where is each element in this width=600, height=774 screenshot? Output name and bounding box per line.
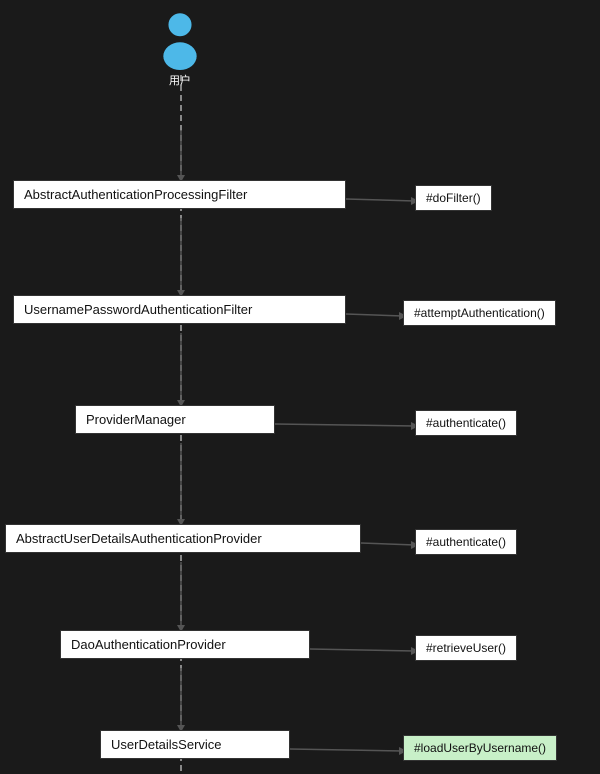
method-box-authenticate-1: #authenticate() <box>415 410 517 436</box>
diagram-container: 用户 AbstractAuthenticationProcessingFilte… <box>0 0 600 774</box>
user-label: 用户 <box>169 72 191 88</box>
class-box-abstract-userdetails-provider: AbstractUserDetailsAuthenticationProvide… <box>5 524 361 553</box>
class-box-username-password-filter: UsernamePasswordAuthenticationFilter <box>13 295 346 324</box>
class-box-abstract-auth-filter: AbstractAuthenticationProcessingFilter <box>13 180 346 209</box>
user-figure <box>155 10 205 70</box>
method-box-load-user: #loadUserByUsername() <box>403 735 557 761</box>
method-box-retrieve-user: #retrieveUser() <box>415 635 517 661</box>
class-box-userdetails-service: UserDetailsService <box>100 730 290 759</box>
class-box-dao-auth-provider: DaoAuthenticationProvider <box>60 630 310 659</box>
method-box-dofilter: #doFilter() <box>415 185 492 211</box>
user-icon: 用户 <box>155 10 205 88</box>
method-box-authenticate-2: #authenticate() <box>415 529 517 555</box>
method-box-attempt-auth: #attemptAuthentication() <box>403 300 556 326</box>
class-box-provider-manager: ProviderManager <box>75 405 275 434</box>
